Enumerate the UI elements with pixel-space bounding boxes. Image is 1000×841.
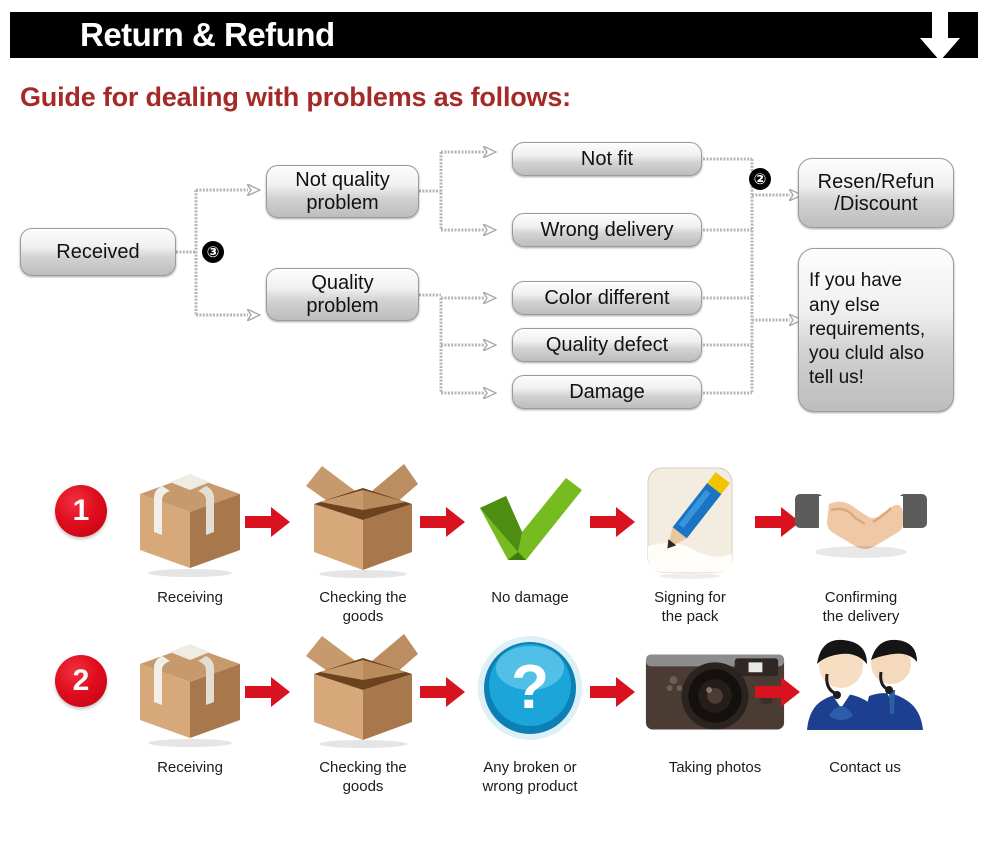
badge-step-3: ③ [202,241,224,263]
step-1-2-label: Checking the goods [319,589,407,625]
flow-node-not-quality-problem-label: Not quality problem [295,169,390,214]
question-mark-icon: ? [455,625,605,755]
flow-node-not-fit[interactable]: Not fit [512,142,702,176]
flow-node-color-different[interactable]: Color different [512,281,702,315]
flow-node-extra-requirements[interactable]: If you have any else requirements, you c… [798,248,954,412]
green-check-icon [455,455,605,585]
step-1-4[interactable]: Signing for the pack [615,455,765,627]
flow-node-not-quality-problem[interactable]: Not quality problem [266,165,419,218]
guide-heading: Guide for dealing with problems as follo… [20,82,571,112]
flow-node-resend-refund-discount-label: Resen/Refun /Discount [817,170,935,215]
step-1-3-label: No damage [491,589,569,606]
flow-node-wrong-delivery-label: Wrong delivery [540,218,674,241]
step-1-5-label: Confirming the delivery [822,589,900,625]
step-1-2[interactable]: Checking the goods [288,455,438,627]
process-row-1: 1 Receiving Checking the goods No damage… [0,455,1000,645]
row-badge-2: 2 [55,655,107,707]
open-box-icon [288,455,438,585]
flow-node-extra-requirements-label: If you have any else requirements, you c… [809,270,926,389]
flow-node-quality-problem-label: Quality problem [306,272,379,317]
flow-node-quality-problem[interactable]: Quality problem [266,268,419,321]
step-1-4-label: Signing for the pack [654,589,726,625]
step-1-1-label: Receiving [157,589,223,606]
flow-node-quality-defect-label: Quality defect [545,333,669,356]
svg-text:?: ? [511,653,549,722]
process-row-2: 2 Receiving Checking the goods ? Any bro… [0,625,1000,825]
flowchart: Received ③ Not quality problem Quality p… [0,130,1000,430]
flow-node-wrong-delivery[interactable]: Wrong delivery [512,213,702,247]
step-1-5[interactable]: Confirming the delivery [786,455,936,627]
flow-node-received-label: Received [56,240,140,263]
step-2-5-label: Contact us [829,759,901,776]
step-2-3[interactable]: ? Any broken or wrong product [455,625,605,797]
support-agents-icon [790,625,940,755]
red-arrow-icon [245,675,291,709]
red-arrow-icon [245,505,291,539]
step-2-5[interactable]: Contact us [790,625,940,778]
page-title: Return & Refund [80,16,335,53]
flow-node-color-different-label: Color different [544,286,670,309]
pencil-signing-icon [615,455,765,585]
flow-node-quality-defect[interactable]: Quality defect [512,328,702,362]
step-1-3[interactable]: No damage [455,455,605,608]
red-arrow-icon [590,675,636,709]
step-2-3-label: Any broken or wrong product [482,759,578,795]
sealed-box-icon [115,625,265,755]
step-2-2-label: Checking the goods [319,759,407,795]
step-2-4-label: Taking photos [668,759,762,776]
arrow-down-icon [920,8,960,61]
flow-node-resend-refund-discount[interactable]: Resen/Refun /Discount [798,158,954,228]
row-badge-1: 1 [55,485,107,537]
flow-node-damage-label: Damage [569,380,645,403]
return-refund-infographic: Return & Refund Guide for dealing with p… [0,0,1000,841]
open-box-icon [288,625,438,755]
handshake-icon [786,455,936,585]
step-2-1[interactable]: Receiving [115,625,265,778]
flow-node-not-fit-label: Not fit [580,147,634,170]
flow-node-damage[interactable]: Damage [512,375,702,409]
step-2-2[interactable]: Checking the goods [288,625,438,797]
step-1-1[interactable]: Receiving [115,455,265,608]
badge-step-2: ② [749,168,771,190]
step-2-1-label: Receiving [157,759,223,776]
flow-node-received[interactable]: Received [20,228,176,276]
sealed-box-icon [115,455,265,585]
